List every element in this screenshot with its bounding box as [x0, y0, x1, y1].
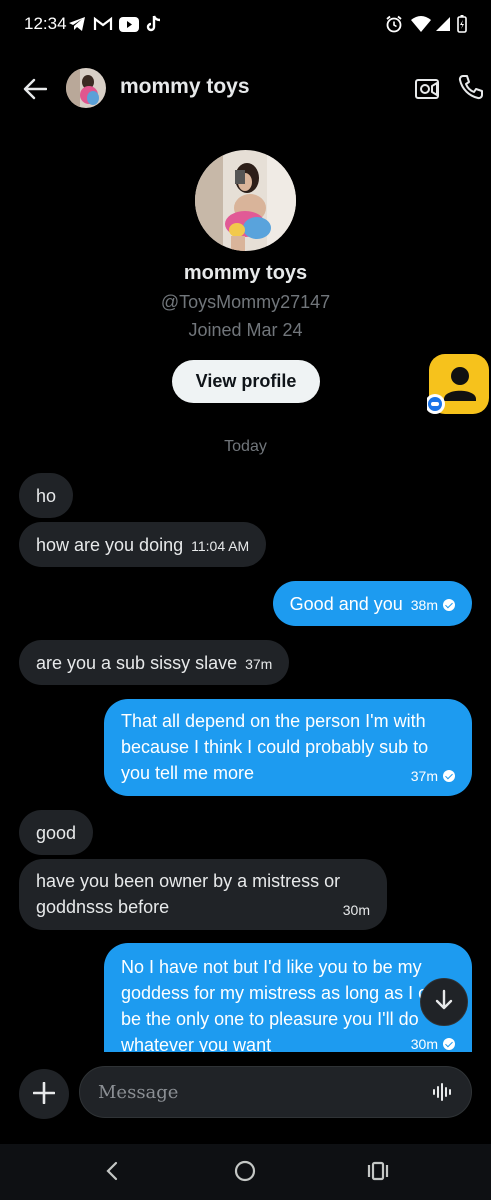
header-title[interactable]: mommy toys: [120, 75, 250, 99]
nav-home-button[interactable]: [225, 1154, 265, 1190]
message-text: are you a sub sissy slave: [36, 653, 238, 673]
received-message[interactable]: ho: [19, 473, 74, 518]
video-camera-icon: [414, 78, 442, 104]
voice-wave-icon: [431, 1083, 455, 1107]
add-attachment-button[interactable]: [19, 1069, 69, 1119]
message-time: 37m: [410, 768, 438, 784]
message-time: 37m: [245, 656, 273, 672]
back-arrow-icon: [23, 78, 48, 103]
view-profile-button[interactable]: View profile: [172, 360, 320, 403]
nav-back-button[interactable]: [92, 1154, 132, 1190]
message-input[interactable]: [79, 1066, 472, 1118]
plus-icon: [32, 1081, 56, 1107]
message-text: Good and you: [289, 594, 403, 614]
message-time: 38m: [410, 597, 438, 613]
message-text: how are you doing: [36, 535, 184, 555]
read-check-icon: [443, 1038, 455, 1050]
wifi-icon: [409, 13, 433, 35]
received-message[interactable]: good: [19, 810, 94, 855]
profile-name: mommy toys: [183, 262, 308, 284]
read-check-icon: [443, 770, 455, 782]
voice-message-button[interactable]: [430, 1080, 456, 1106]
nav-home-icon: [234, 1160, 256, 1185]
voice-call-button[interactable]: [455, 72, 487, 104]
profile-joined-date: Joined Mar 24: [188, 320, 303, 340]
message-viewport-clip: No I have not but I'd like you to be my …: [0, 940, 491, 1052]
nav-back-icon: [105, 1161, 119, 1184]
message-text: ho: [36, 486, 57, 506]
message-time: 30m: [410, 1036, 438, 1052]
sent-message[interactable]: Good and you 38m: [272, 581, 472, 626]
nav-recents-icon: [367, 1161, 389, 1184]
status-bar: 12:34: [0, 0, 491, 50]
phone-icon: [457, 74, 485, 104]
received-message[interactable]: are you a sub sissy slave 37m: [19, 640, 290, 685]
video-call-button[interactable]: [412, 74, 444, 106]
message-text: No I have not but I'd like you to be my …: [121, 957, 448, 1052]
message-text: good: [36, 823, 77, 843]
floating-contact-bubble[interactable]: [425, 354, 489, 414]
message-time: 11:04 AM: [191, 538, 250, 554]
message-time: 30m: [342, 902, 370, 918]
sent-message[interactable]: That all depend on the person I'm with b…: [104, 699, 472, 796]
sent-message[interactable]: No I have not but I'd like you to be my …: [104, 943, 472, 1052]
alarm-icon: [383, 13, 405, 35]
nav-recents-button[interactable]: [358, 1154, 398, 1190]
status-time: 12:34: [24, 14, 67, 33]
youtube-icon: [118, 13, 140, 35]
battery-icon: [455, 13, 469, 35]
back-button[interactable]: [18, 73, 52, 107]
header-avatar[interactable]: [66, 68, 106, 108]
received-message[interactable]: how are you doing 11:04 AM: [19, 522, 267, 567]
profile-avatar[interactable]: [195, 150, 296, 251]
tiktok-icon: [144, 13, 164, 35]
profile-handle: @ToysMommy27147: [160, 292, 331, 312]
read-check-icon: [443, 599, 455, 612]
signal-icon: [434, 13, 452, 35]
system-nav-bar: [0, 1144, 491, 1200]
gmail-icon: [92, 13, 114, 35]
received-message[interactable]: have you been owner by a mistress or god…: [19, 859, 387, 930]
conversation-header: mommy toys: [0, 58, 491, 118]
scroll-to-bottom-button[interactable]: [420, 978, 468, 1026]
arrow-down-icon: [434, 989, 454, 1016]
telegram-icon: [66, 13, 88, 35]
date-divider: Today: [224, 438, 267, 455]
